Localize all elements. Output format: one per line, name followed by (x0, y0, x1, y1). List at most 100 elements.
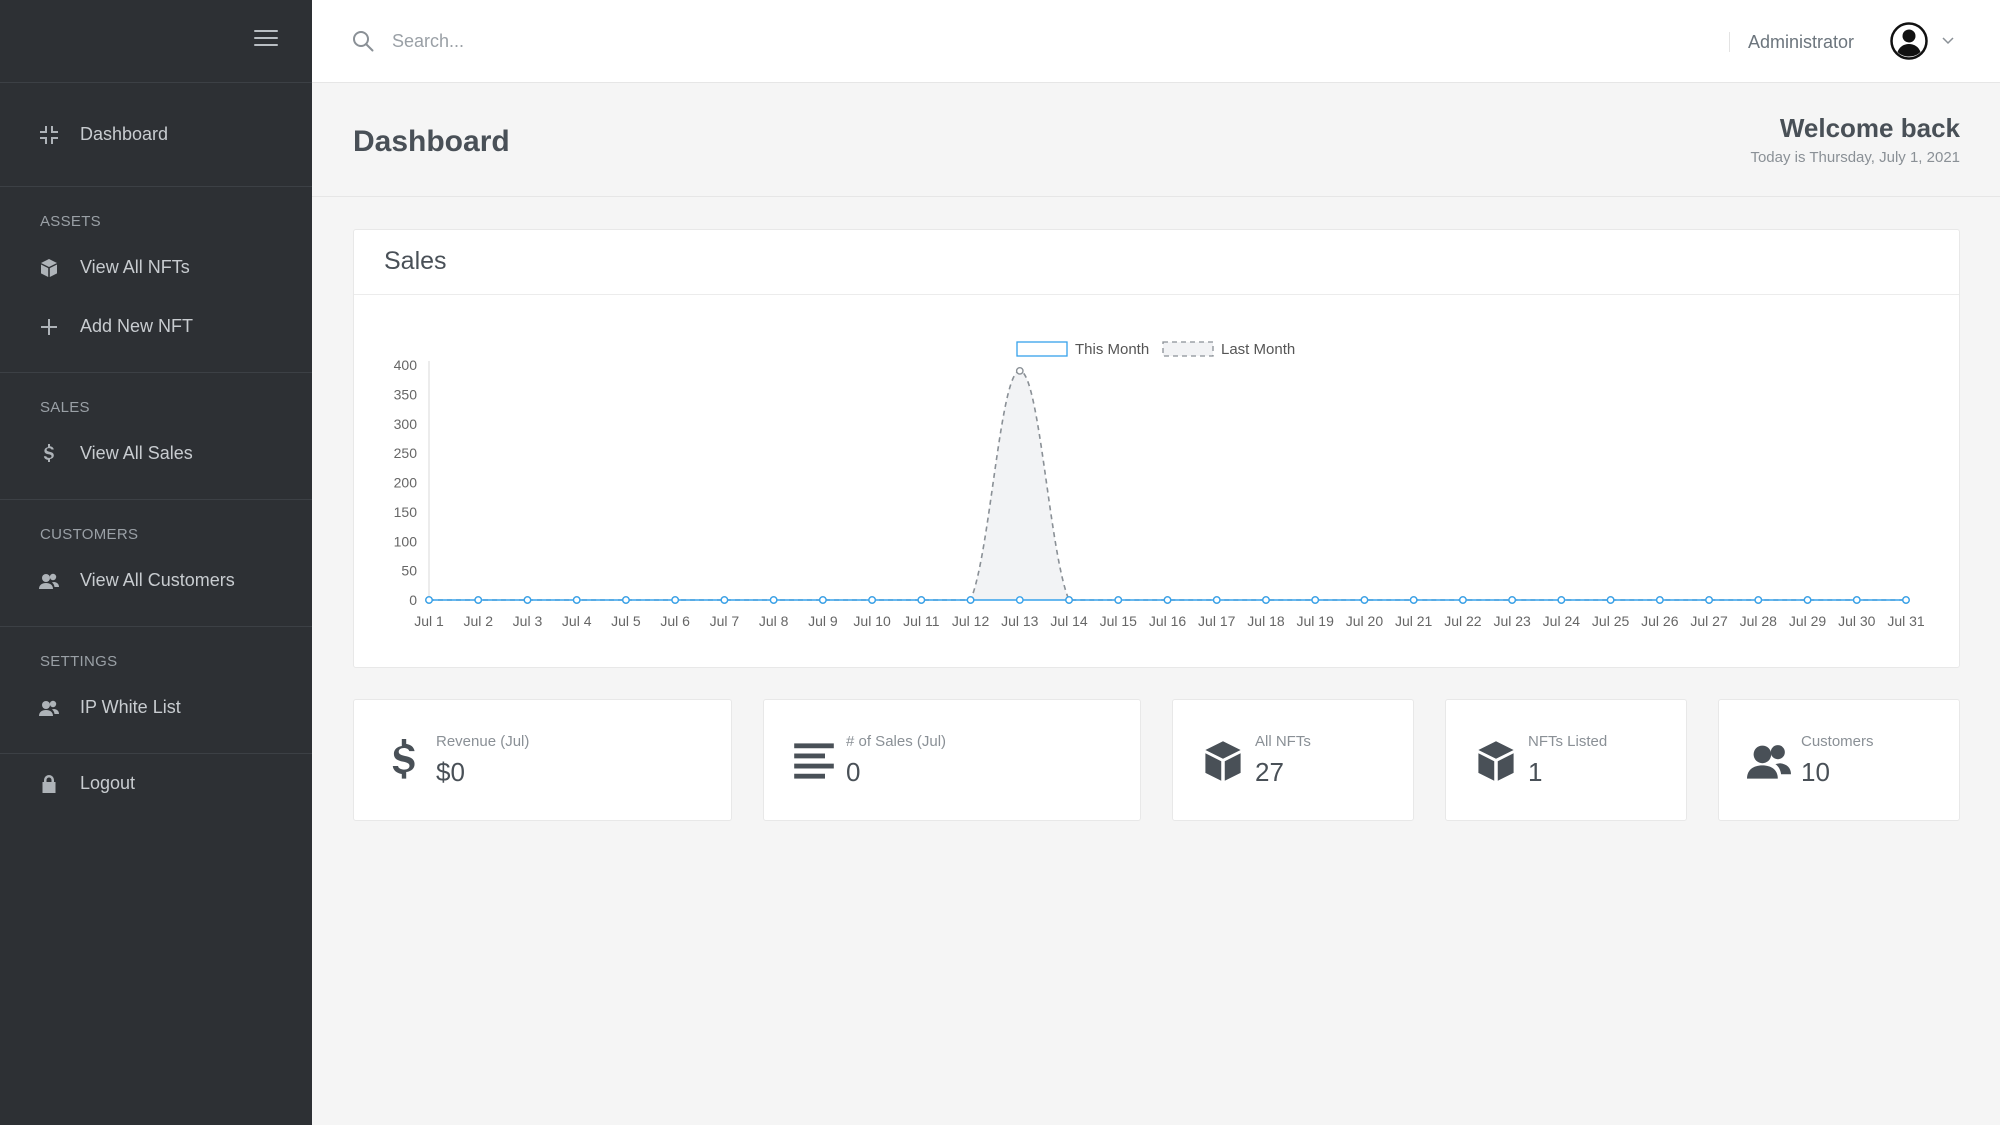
page-title: Dashboard (353, 125, 510, 158)
plus-icon (38, 316, 60, 338)
data-point-this-month (1852, 596, 1861, 604)
data-point-this-month (1262, 596, 1270, 604)
x-tick-label: Jul 11 (903, 613, 940, 629)
data-point-this-month (1212, 596, 1221, 604)
nav-section-sales: SALES View All Sales (0, 373, 312, 500)
sales-chart: 0 50 100 150 200 250 300 350 400 Jul 1 Jul 2 Jul 3 J… (354, 296, 1959, 668)
x-tick-label: Jul 24 (1543, 613, 1581, 629)
users-icon (1747, 738, 1791, 784)
search-icon[interactable] (352, 30, 374, 52)
data-point-this-month (720, 596, 729, 604)
avatar-icon[interactable] (1890, 22, 1928, 60)
data-point-this-month (671, 596, 680, 604)
x-tick-label: Jul 23 (1493, 613, 1531, 629)
x-tick-label: Jul 26 (1641, 613, 1679, 629)
chevron-down-icon[interactable] (1942, 35, 1954, 45)
series-area-last-month (429, 370, 1906, 600)
stat-card-nfts-listed: NFTs Listed 1 (1445, 699, 1687, 821)
x-tick-label: Jul 20 (1346, 613, 1384, 629)
stat-label: # of Sales (Jul) (846, 733, 947, 750)
x-tick-label: Jul 30 (1838, 613, 1876, 629)
sidebar-item-add-new-nft[interactable]: Add New NFT (0, 297, 312, 356)
sidebar-item-label: Add New NFT (80, 316, 194, 336)
menu-toggle-icon[interactable] (254, 30, 278, 50)
data-point-this-month (1311, 596, 1320, 604)
cube-icon (1201, 738, 1245, 784)
data-point-this-month (1163, 596, 1172, 604)
data-point-this-month (1508, 596, 1517, 604)
data-point-this-month (818, 596, 827, 604)
section-heading-sales: SALES (40, 399, 90, 416)
data-point-this-month (966, 596, 975, 604)
x-tick-label: Jul 10 (853, 613, 891, 629)
data-point-this-month (523, 596, 532, 604)
x-tick-label: Jul 1 (414, 613, 444, 629)
sidebar-item-view-all-customers[interactable]: View All Customers (0, 551, 312, 610)
stat-value: 10 (1801, 757, 1830, 787)
sidebar-item-view-all-nfts[interactable]: View All NFTs (0, 238, 312, 297)
x-tick-label: Jul 25 (1592, 613, 1630, 629)
sidebar-item-label: IP White List (80, 697, 181, 717)
x-tick-label: Jul 16 (1149, 613, 1187, 629)
stat-card-all-nfts: All NFTs 27 (1172, 699, 1414, 821)
data-point-this-month (1557, 596, 1566, 604)
y-tick-label: 100 (394, 533, 418, 549)
y-tick-label: 350 (394, 386, 418, 402)
sidebar-item-logout[interactable]: Logout (0, 754, 312, 813)
data-point-this-month (1754, 596, 1763, 604)
cube-icon (38, 257, 60, 279)
x-tick-label: Jul 6 (660, 613, 690, 629)
data-point-this-month (1902, 596, 1910, 604)
x-tick-label: Jul 8 (759, 613, 789, 629)
stat-label: All NFTs (1255, 733, 1311, 750)
lock-icon (38, 773, 60, 795)
stat-card-customers: Customers 10 (1718, 699, 1960, 821)
page-header: Dashboard Welcome back Today is Thursday… (312, 83, 2000, 197)
x-tick-label: Jul 7 (710, 613, 740, 629)
user-name[interactable]: Administrator (1748, 32, 1854, 53)
data-point-this-month (1409, 596, 1418, 604)
data-point-last-month (1015, 366, 1024, 375)
x-tick-label: Jul 18 (1247, 613, 1285, 629)
section-heading-customers: CUSTOMERS (40, 526, 139, 543)
y-tick-label: 400 (394, 357, 418, 373)
stat-value: 0 (846, 757, 861, 787)
legend-swatch-this-month (1016, 341, 1068, 357)
sidebar-item-dashboard[interactable]: Dashboard (0, 105, 312, 164)
series-line-last-month (428, 370, 1906, 601)
sidebar: Dashboard ASSETS View All NFTs Add New N… (0, 0, 312, 1125)
y-tick-label: 300 (394, 416, 418, 432)
data-point-this-month (769, 596, 778, 604)
data-point-this-month (1114, 596, 1123, 604)
topbar: Administrator (312, 0, 2000, 83)
sidebar-item-label: View All NFTs (80, 257, 190, 277)
x-tick-label: Jul 19 (1297, 613, 1335, 629)
legend-label-this-month: This Month (1075, 341, 1149, 358)
nav-section-main: Dashboard (0, 83, 312, 187)
data-point-this-month (572, 596, 581, 604)
data-point-this-month (868, 596, 876, 604)
topbar-divider (1729, 32, 1730, 52)
x-tick-label: Jul 31 (1887, 613, 1925, 629)
stat-card-revenue: Revenue (Jul) $0 (353, 699, 732, 821)
section-heading-assets: ASSETS (40, 213, 101, 230)
x-tick-label: Jul 27 (1690, 613, 1728, 629)
stat-label: Customers (1801, 733, 1874, 750)
dollar-icon (382, 738, 426, 784)
data-point-this-month (1655, 596, 1664, 604)
y-tick-label: 0 (409, 592, 417, 608)
data-point-this-month (917, 596, 926, 604)
compress-icon (38, 124, 60, 146)
section-heading-settings: SETTINGS (40, 653, 118, 670)
sidebar-item-label: View All Customers (80, 570, 235, 590)
x-tick-label: Jul 14 (1050, 613, 1088, 629)
sidebar-item-label: Dashboard (80, 124, 169, 144)
sidebar-item-view-all-sales[interactable]: View All Sales (0, 424, 312, 483)
sidebar-item-ip-white-list[interactable]: IP White List (0, 678, 312, 737)
sidebar-item-label: Logout (80, 773, 136, 793)
x-tick-label: Jul 5 (611, 613, 641, 629)
x-tick-label: Jul 2 (463, 613, 493, 629)
search-input[interactable] (392, 24, 892, 58)
stat-label: NFTs Listed (1528, 733, 1608, 750)
users-icon (38, 570, 60, 592)
